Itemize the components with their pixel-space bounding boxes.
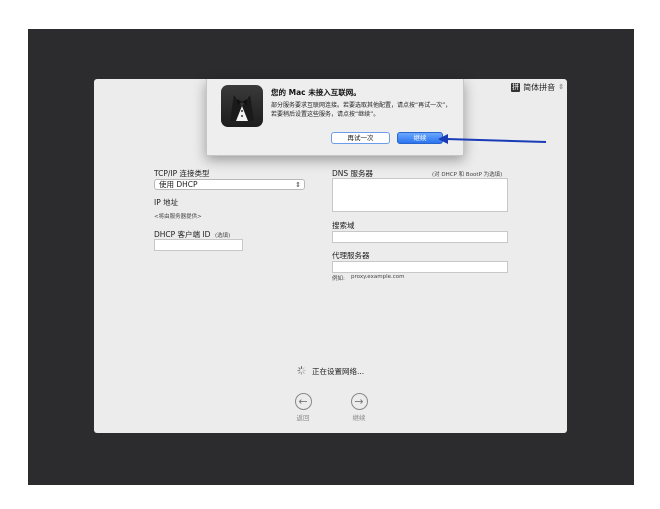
annotation-arrow-line: [445, 138, 547, 143]
annotation-arrow: [438, 134, 547, 144]
annotation-arrow-head: [438, 134, 448, 144]
